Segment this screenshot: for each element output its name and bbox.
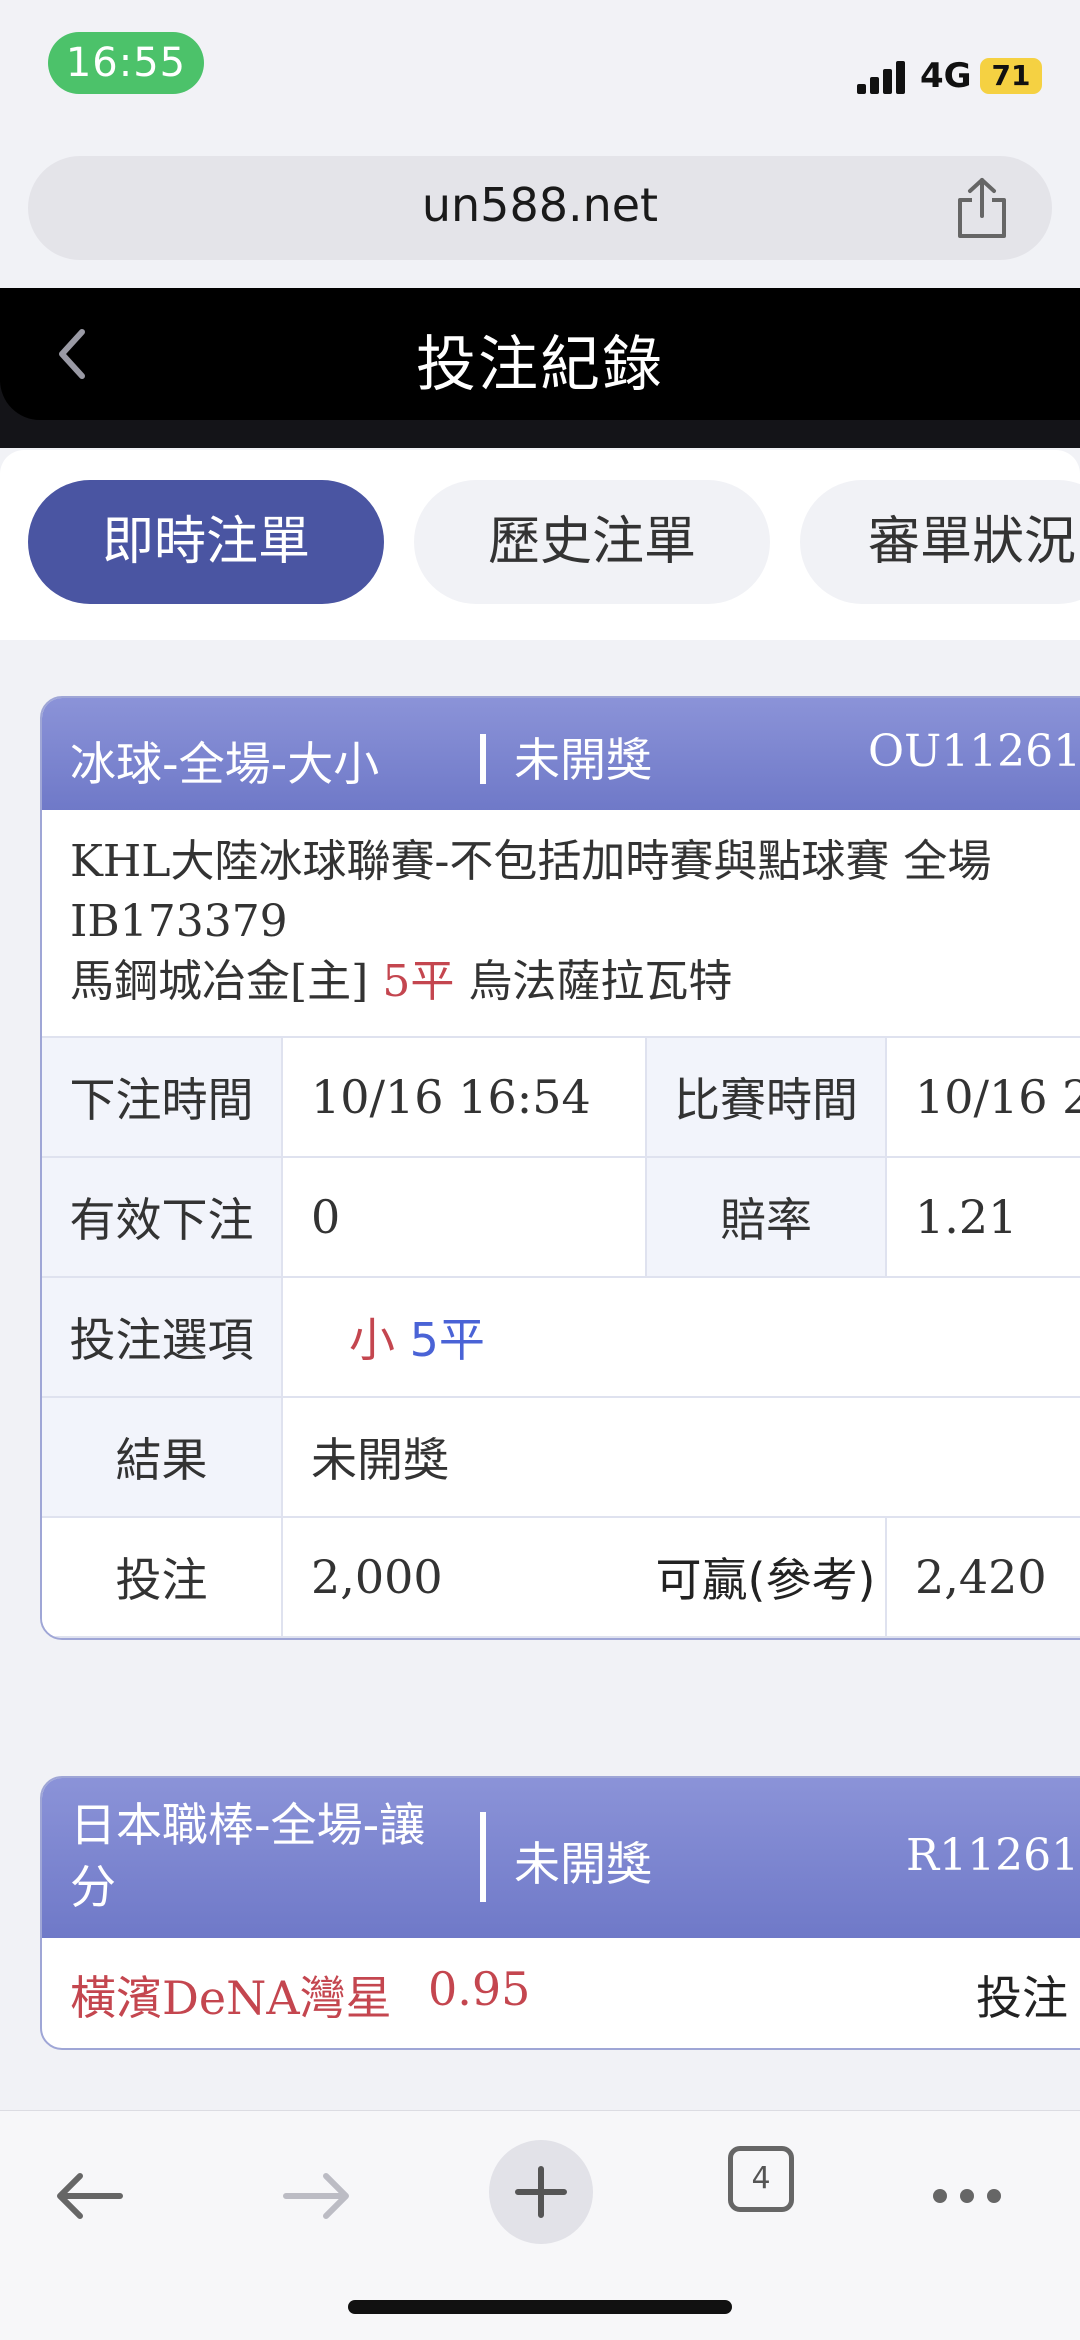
bet-type: 冰球-全場-大小: [70, 737, 380, 791]
matchup: 馬鋼城冶金[主] 5平 烏法薩拉瓦特: [70, 954, 1074, 1010]
tabs-count-icon[interactable]: 4: [728, 2146, 794, 2212]
bet-code: OU112610: [868, 726, 1080, 777]
app-header: 投注紀錄: [0, 288, 1080, 448]
odds-label: 賠率: [645, 1156, 887, 1278]
header-divider: [480, 1812, 486, 1902]
handicap-line: 5平: [382, 956, 455, 1007]
home-team: 馬鋼城冶金[主]: [70, 956, 369, 1007]
potential-win-label: 可贏(參考): [646, 1516, 887, 1638]
status-bar: 16:55 4G 71: [0, 0, 1080, 140]
valid-bet-label: 有效下注: [42, 1156, 283, 1278]
bet-time-value: 10/16 16:54: [281, 1036, 647, 1158]
result-value: 未開獎: [281, 1396, 1080, 1518]
match-time-label: 比賽時間: [645, 1036, 887, 1158]
result-label: 結果: [42, 1396, 283, 1518]
tab-review-status[interactable]: 審單狀況: [800, 480, 1080, 604]
status-time: 16:55: [48, 32, 204, 94]
home-indicator: [348, 2300, 732, 2314]
match-info: KHL大陸冰球聯賽-不包括加時賽與點球賽 全場 IB173379 馬鋼城冶金[主…: [42, 810, 1080, 1036]
bet-time-label: 下注時間: [42, 1036, 283, 1158]
signal-icon: [857, 60, 907, 94]
bet-type: 日本職棒-全場-讓 分: [70, 1794, 425, 1918]
potential-win-value: 2,420: [885, 1516, 1080, 1638]
bet-card: 冰球-全場-大小 未開獎 OU112610 KHL大陸冰球聯賽-不包括加時賽與點…: [40, 696, 1080, 1640]
stake-value: 2,000: [281, 1516, 646, 1638]
network-type: 4G: [920, 56, 972, 96]
bet-summary-row: 橫濱DeNA灣星 0.95 投注: [42, 1938, 1080, 2048]
bet-type-line1: 日本職棒-全場-讓: [70, 1798, 426, 1852]
tab-history-bets[interactable]: 歷史注單: [414, 480, 770, 604]
bet-code: R112610: [906, 1830, 1080, 1881]
address-bar[interactable]: un588.net: [28, 156, 1052, 260]
away-team: 烏法薩拉瓦特: [468, 956, 733, 1007]
bet-status: 未開獎: [514, 1837, 652, 1891]
bet-status: 未開獎: [514, 733, 652, 787]
new-tab-plus-icon[interactable]: [486, 2127, 596, 2257]
bet-card-header: 冰球-全場-大小 未開獎 OU112610: [42, 698, 1080, 810]
team-name: 橫濱DeNA灣星: [70, 1971, 392, 2025]
league-name: KHL大陸冰球聯賽-不包括加時賽與點球賽 全場: [70, 836, 992, 887]
match-id: IB173379: [70, 896, 288, 947]
bet-card-header: 日本職棒-全場-讓 分 未開獎 R112610: [42, 1778, 1080, 1938]
tab-bar: 即時注單 歷史注單 審單狀況: [0, 450, 1080, 640]
back-arrow-icon[interactable]: [36, 2141, 146, 2251]
table-row: 有效下注 0 賠率 1.21: [42, 1156, 1080, 1278]
table-row: 投注選項 小 5平: [42, 1276, 1080, 1398]
stake-label: 投注: [42, 1516, 283, 1638]
option-label: 投注選項: [42, 1276, 283, 1398]
header-divider: [480, 734, 486, 784]
option-line: 5平: [409, 1313, 485, 1367]
table-row: 下注時間 10/16 16:54 比賽時間 10/16 22: [42, 1036, 1080, 1158]
share-icon[interactable]: [952, 176, 1012, 240]
bet-type-line2: 分: [70, 1860, 116, 1914]
bet-card: 日本職棒-全場-讓 分 未開獎 R112610 橫濱DeNA灣星 0.95 投注: [40, 1776, 1080, 2050]
forward-arrow-icon[interactable]: [260, 2141, 370, 2251]
bet-detail-table: 下注時間 10/16 16:54 比賽時間 10/16 22 有效下注 0 賠率…: [42, 1036, 1080, 1638]
stake-label: 投注: [976, 1971, 1068, 2025]
url-text: un588.net: [421, 178, 659, 232]
table-row: 結果 未開獎: [42, 1396, 1080, 1518]
valid-bet-value: 0: [281, 1156, 647, 1278]
odds-value: 1.21: [885, 1156, 1080, 1278]
page-title: 投注紀錄: [416, 330, 664, 400]
more-options-icon[interactable]: [912, 2141, 1022, 2251]
match-time-value: 10/16 22: [885, 1036, 1080, 1158]
table-row: 投注 2,000 可贏(參考) 2,420: [42, 1516, 1080, 1638]
tab-live-bets[interactable]: 即時注單: [28, 480, 384, 604]
option-side: 小: [349, 1313, 395, 1367]
battery-icon: 71: [980, 58, 1042, 94]
odds-value: 0.95: [428, 1962, 531, 2016]
option-value: 小 5平: [281, 1276, 1080, 1398]
